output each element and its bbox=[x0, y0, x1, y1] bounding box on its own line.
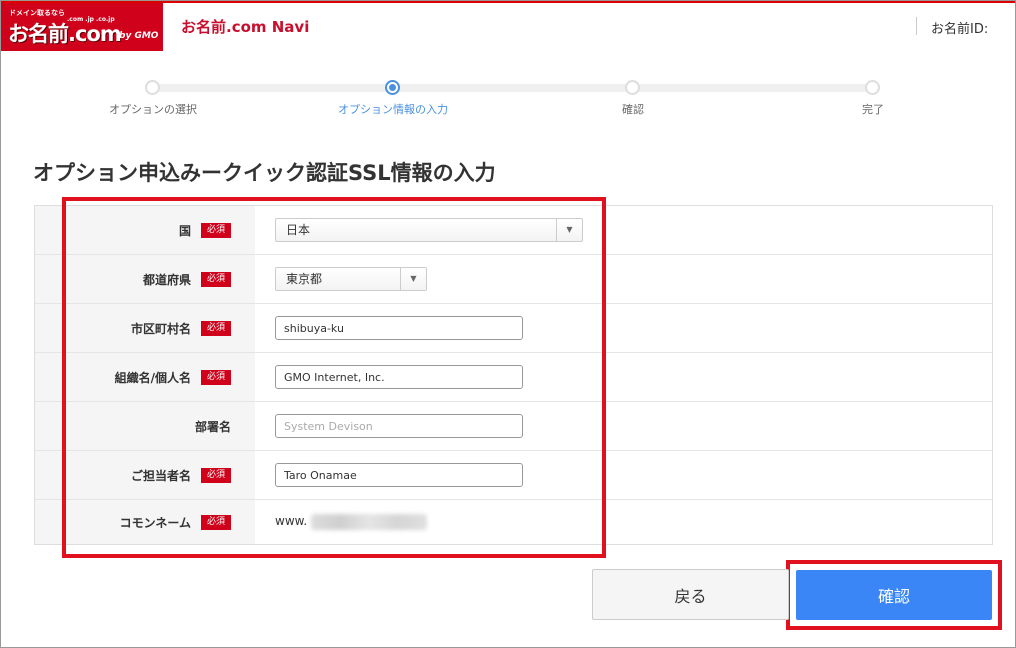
header-top-border bbox=[1, 1, 1015, 3]
logo-domains: .com .jp .co.jp bbox=[67, 16, 115, 23]
stepper-track bbox=[153, 84, 873, 92]
header-divider bbox=[916, 17, 917, 35]
user-id-label: お名前ID: bbox=[931, 22, 989, 37]
step-label-3: 確認 bbox=[622, 103, 644, 116]
step-label-1: オプションの選択 bbox=[109, 103, 197, 116]
progress-stepper: オプションの選択 オプション情報の入力 確認 完了 bbox=[1, 61, 1015, 121]
header: ドメイン取るなら お名前.com .com .jp .co.jp by GMO … bbox=[1, 1, 1015, 51]
step-dot-4 bbox=[865, 80, 880, 95]
step-dot-1 bbox=[145, 80, 160, 95]
back-button[interactable]: 戻る bbox=[592, 569, 789, 620]
step-label-2: オプション情報の入力 bbox=[338, 103, 448, 116]
form-highlight-box bbox=[62, 197, 606, 558]
logo-tagline: ドメイン取るなら bbox=[9, 9, 65, 17]
app-title[interactable]: お名前.com Navi bbox=[181, 16, 309, 37]
step-dot-2 bbox=[385, 80, 400, 95]
onamae-logo[interactable]: ドメイン取るなら お名前.com .com .jp .co.jp by GMO bbox=[1, 1, 163, 51]
step-dot-3 bbox=[625, 80, 640, 95]
confirm-button[interactable]: 確認 bbox=[796, 570, 992, 620]
step-label-4: 完了 bbox=[862, 103, 884, 116]
page-title: オプション申込みークイック認証SSL情報の入力 bbox=[33, 161, 496, 185]
logo-gmo: by GMO bbox=[119, 31, 159, 41]
